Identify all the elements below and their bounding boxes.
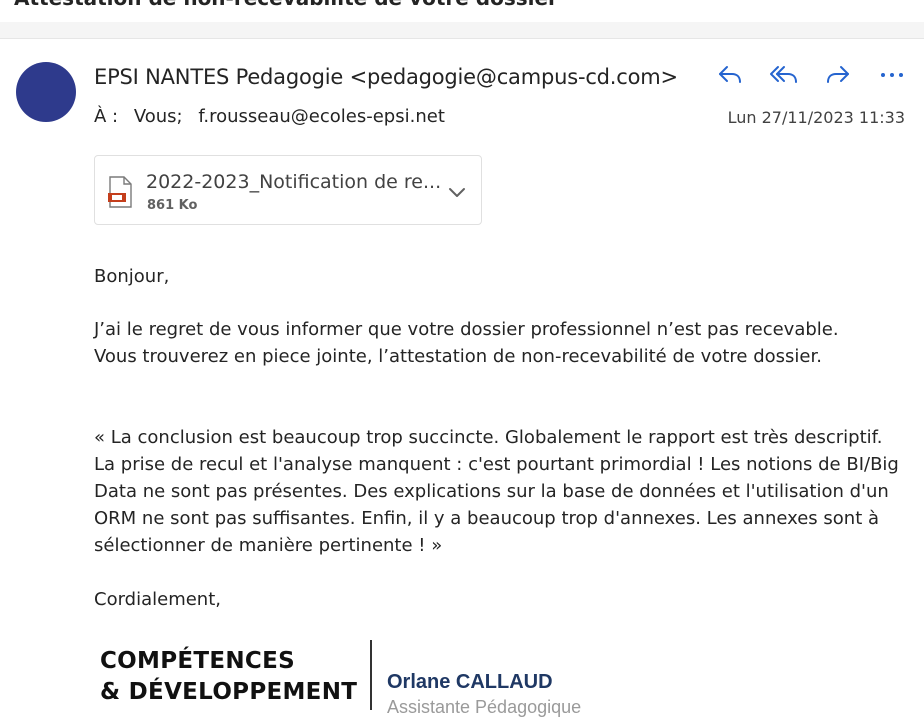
more-actions-button[interactable] (874, 60, 910, 90)
subject-header: Attestation de non-recevabilité de votre… (0, 0, 924, 22)
reply-all-button[interactable] (766, 60, 802, 90)
sender-name[interactable]: EPSI NANTES Pedagogie <pedagogie@campus-… (94, 65, 678, 89)
attachment-name: 2022-2023_Notification de re... (146, 171, 442, 193)
logo-line-2: & DÉVELOPPEMENT (100, 679, 358, 705)
signature-role: Assistante Pédagogique (387, 697, 582, 717)
reply-button[interactable] (712, 60, 748, 90)
recipients-row: À : Vous; f.rousseau@ecoles-epsi.net (94, 106, 455, 127)
signature-divider (370, 640, 372, 710)
forward-icon (827, 66, 849, 83)
message-actions (712, 60, 910, 90)
closing: Cordialement, (94, 589, 221, 610)
attachment-size: 861 Ko (147, 198, 198, 213)
chevron-down-icon (449, 188, 465, 197)
body-line-2: Vous trouverez en piece jointe, l’attest… (94, 346, 822, 367)
attachment-card[interactable]: 2022-2023_Notification de re... 861 Ko (94, 155, 482, 225)
email-subject: Attestation de non-recevabilité de votre… (14, 0, 558, 10)
recipient-email[interactable]: f.rousseau@ecoles-epsi.net (198, 106, 445, 127)
signature-name: Orlane CALLAUD (387, 671, 553, 693)
company-logo: COMPÉTENCES & DÉVELOPPEMENT (100, 646, 357, 708)
feedback-quote: « La conclusion est beaucoup trop succin… (94, 427, 899, 556)
body-line-1: J’ai le regret de vous informer que votr… (94, 319, 839, 340)
to-label: À : (94, 106, 119, 127)
sender-avatar[interactable] (16, 62, 76, 122)
attachment-menu-button[interactable] (443, 178, 471, 206)
sent-date: Lun 27/11/2023 11:33 (727, 108, 905, 127)
recipient-you[interactable]: Vous; (134, 106, 183, 127)
more-icon (881, 73, 903, 77)
reply-all-icon (770, 66, 797, 83)
reply-icon (719, 66, 741, 83)
logo-line-1: COMPÉTENCES (100, 648, 295, 674)
forward-button[interactable] (820, 60, 856, 90)
separator (0, 22, 924, 38)
pdf-file-icon (108, 176, 132, 208)
greeting: Bonjour, (94, 266, 170, 287)
body-paragraph: J’ai le regret de vous informer que votr… (94, 316, 904, 370)
